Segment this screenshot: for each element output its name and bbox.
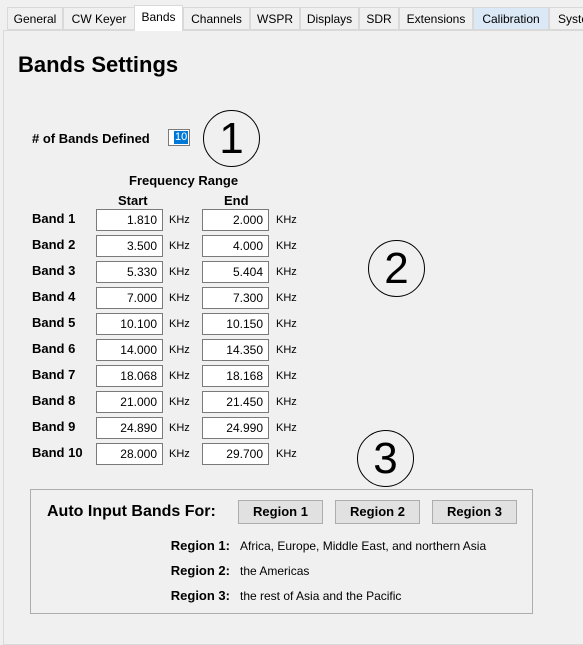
tab-calibration[interactable]: Calibration [473,7,549,30]
region-1-description: Africa, Europe, Middle East, and norther… [240,539,487,553]
band-start-input[interactable]: 28.000 [96,443,163,465]
region-1-label: Region 1: [170,538,230,553]
band-end-unit: KHz [276,240,297,252]
band-end-input[interactable]: 21.450 [202,391,269,413]
tab-strip: General CW Keyer Bands Channels WSPR Dis… [0,0,583,31]
band-row: Band 8 21.000 KHz 21.450 KHz [0,391,330,413]
band-end-input[interactable]: 7.300 [202,287,269,309]
tab-cw-keyer[interactable]: CW Keyer [63,7,135,30]
band-label: Band 9 [32,419,76,434]
num-bands-value: 10 [174,131,188,144]
band-end-input[interactable]: 29.700 [202,443,269,465]
band-row: Band 9 24.890 KHz 24.990 KHz [0,417,330,439]
band-start-unit: KHz [169,214,190,226]
band-start-input[interactable]: 1.810 [96,209,163,231]
band-end-unit: KHz [276,266,297,278]
region-1-button[interactable]: Region 1 [238,500,323,524]
band-label: Band 10 [32,445,83,460]
band-start-unit: KHz [169,422,190,434]
band-start-unit: KHz [169,292,190,304]
tab-bands[interactable]: Bands [134,5,183,31]
band-start-unit: KHz [169,240,190,252]
band-start-unit: KHz [169,266,190,278]
band-end-input[interactable]: 18.168 [202,365,269,387]
region-2-description: the Americas [240,564,310,578]
callout-1: 1 [203,110,260,167]
tab-general[interactable]: General [7,7,63,30]
band-end-unit: KHz [276,422,297,434]
band-start-unit: KHz [169,344,190,356]
band-label: Band 4 [32,289,76,304]
frequency-range-header: Frequency Range [129,173,239,188]
band-end-unit: KHz [276,370,297,382]
band-start-input[interactable]: 10.100 [96,313,163,335]
end-column-header: End [224,193,249,208]
tab-sdr[interactable]: SDR [359,7,399,30]
band-end-input[interactable]: 2.000 [202,209,269,231]
tab-displays[interactable]: Displays [300,7,359,30]
band-start-input[interactable]: 14.000 [96,339,163,361]
band-end-unit: KHz [276,448,297,460]
band-row: Band 6 14.000 KHz 14.350 KHz [0,339,330,361]
start-column-header: Start [118,193,148,208]
band-start-input[interactable]: 21.000 [96,391,163,413]
band-start-unit: KHz [169,370,190,382]
page-title: Bands Settings [18,52,179,77]
band-start-input[interactable]: 7.000 [96,287,163,309]
band-label: Band 1 [32,211,76,226]
band-row: Band 5 10.100 KHz 10.150 KHz [0,313,330,335]
num-bands-input[interactable]: 10 [168,129,190,146]
tab-channels[interactable]: Channels [183,7,250,30]
band-start-input[interactable]: 18.068 [96,365,163,387]
band-end-input[interactable]: 24.990 [202,417,269,439]
band-start-unit: KHz [169,396,190,408]
band-start-unit: KHz [169,318,190,330]
band-end-input[interactable]: 4.000 [202,235,269,257]
num-bands-label: # of Bands Defined [32,131,150,146]
tab-extensions[interactable]: Extensions [399,7,473,30]
callout-2: 2 [368,240,425,297]
band-row: Band 1 1.810 KHz 2.000 KHz [0,209,330,231]
band-end-input[interactable]: 14.350 [202,339,269,361]
region-2-label: Region 2: [170,563,230,578]
region-3-button[interactable]: Region 3 [432,500,517,524]
band-end-input[interactable]: 5.404 [202,261,269,283]
band-start-input[interactable]: 3.500 [96,235,163,257]
region-3-description: the rest of Asia and the Pacific [240,589,402,603]
band-start-input[interactable]: 24.890 [96,417,163,439]
band-end-unit: KHz [276,396,297,408]
band-end-unit: KHz [276,214,297,226]
band-label: Band 6 [32,341,76,356]
band-end-input[interactable]: 10.150 [202,313,269,335]
tab-system[interactable]: System [549,7,583,30]
band-end-unit: KHz [276,318,297,330]
callout-3: 3 [357,430,414,487]
band-row: Band 7 18.068 KHz 18.168 KHz [0,365,330,387]
region-3-label: Region 3: [170,588,230,603]
band-end-unit: KHz [276,292,297,304]
region-2-button[interactable]: Region 2 [335,500,420,524]
band-row: Band 4 7.000 KHz 7.300 KHz [0,287,330,309]
tab-wspr[interactable]: WSPR [250,7,300,30]
band-label: Band 5 [32,315,76,330]
band-row: Band 3 5.330 KHz 5.404 KHz [0,261,330,283]
band-label: Band 7 [32,367,76,382]
band-start-input[interactable]: 5.330 [96,261,163,283]
auto-input-title: Auto Input Bands For: [47,503,216,520]
band-label: Band 2 [32,237,76,252]
band-start-unit: KHz [169,448,190,460]
band-row: Band 2 3.500 KHz 4.000 KHz [0,235,330,257]
band-label: Band 3 [32,263,76,278]
band-label: Band 8 [32,393,76,408]
band-row: Band 10 28.000 KHz 29.700 KHz [0,443,330,465]
band-end-unit: KHz [276,344,297,356]
